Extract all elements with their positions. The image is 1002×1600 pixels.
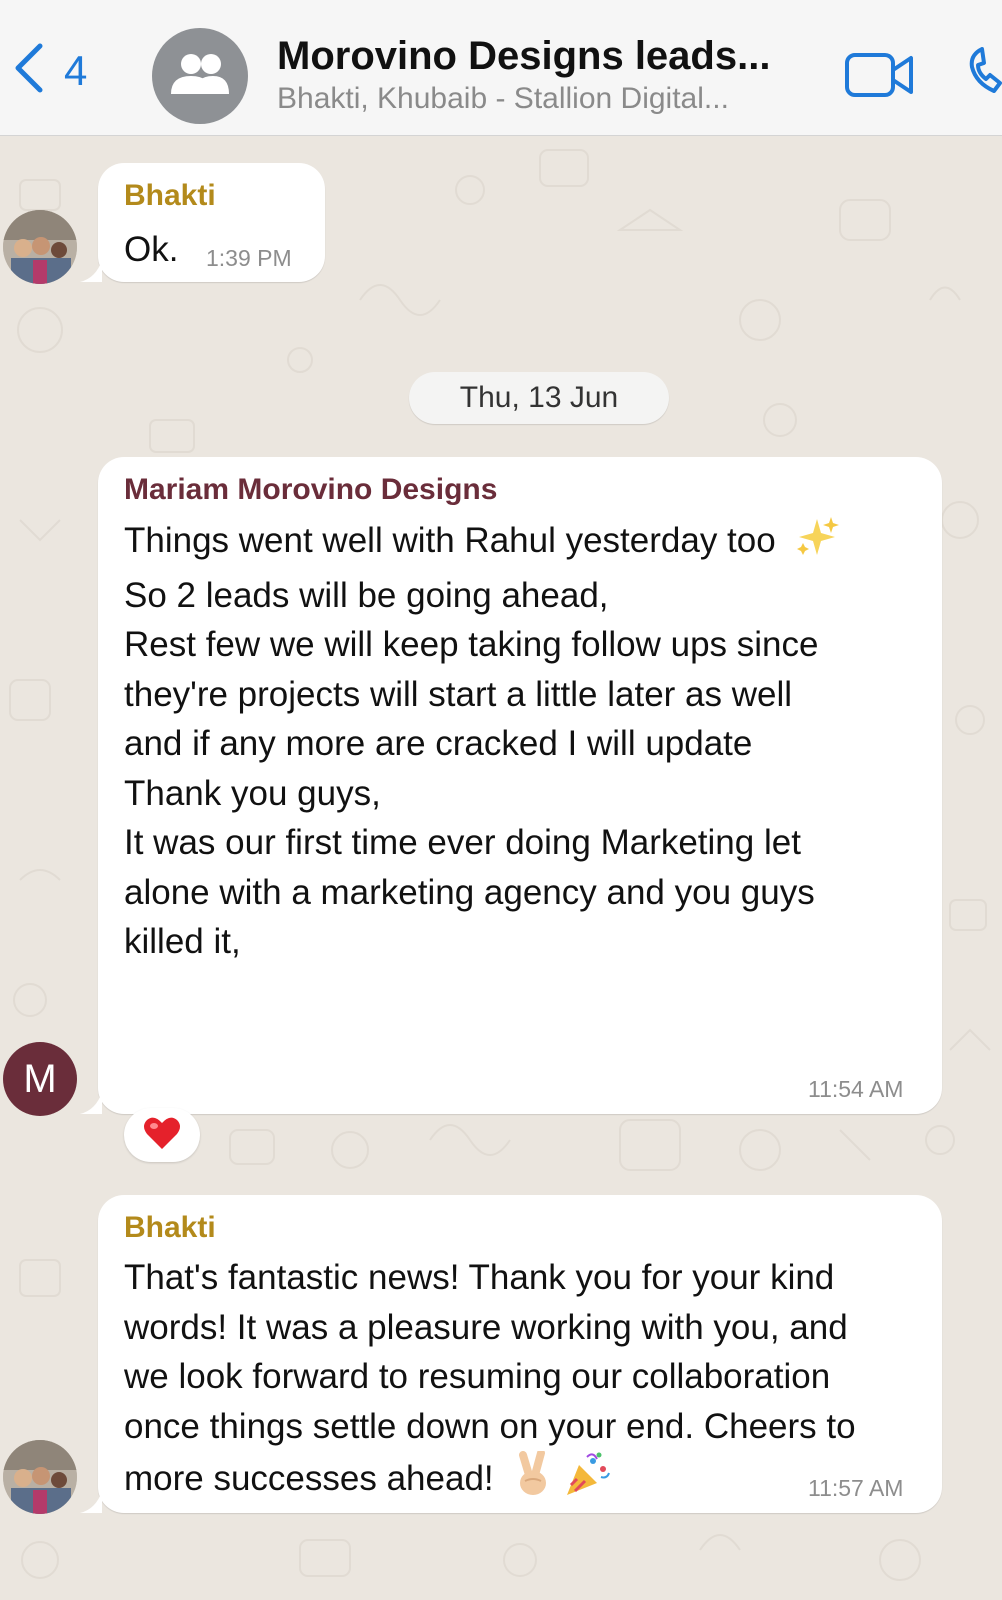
message-bubble[interactable]: Mariam Morovino Designs Things went well…	[80, 457, 942, 1114]
message-line: alone with a marketing agency and you gu…	[124, 872, 815, 912]
chevron-left-icon	[14, 42, 44, 99]
message-line: Thank you guys,	[124, 773, 381, 813]
message-text: Things went well with Rahul yesterday to…	[124, 515, 840, 967]
message-line: words! It was a pleasure working with yo…	[124, 1307, 848, 1347]
message-line: they're projects will start a little lat…	[124, 674, 793, 714]
message-time: 11:54 AM	[808, 1076, 904, 1102]
sender-name: Bhakti	[124, 1211, 216, 1244]
message-bubble[interactable]: Bhakti That's fantastic news! Thank you …	[80, 1195, 942, 1513]
message-line: It was our first time ever doing Marketi…	[124, 823, 801, 862]
message-line: So 2 leads will be going ahead,	[124, 575, 609, 615]
back-button[interactable]: 4	[14, 42, 87, 99]
chat-header: 4 Morovino Designs leads... Bhakti, Khub…	[0, 0, 1002, 136]
group-icon	[169, 52, 231, 101]
sparkles-icon	[795, 515, 840, 571]
message-line: once things settle down on your end. Che…	[124, 1406, 856, 1446]
sender-name: Mariam Morovino Designs	[124, 473, 498, 506]
group-photo-icon	[3, 210, 77, 284]
message-bubble[interactable]: Bhakti Ok. 1:39 PM	[80, 163, 325, 282]
group-avatar[interactable]	[152, 28, 248, 124]
message-line: killed it,	[124, 922, 241, 961]
message-line: and if any more are cracked I will updat…	[124, 724, 753, 763]
bhakti-avatar[interactable]	[3, 210, 77, 284]
video-camera-icon	[845, 53, 915, 102]
date-separator: Thu, 13 Jun	[409, 372, 669, 424]
message-line: we look forward to resuming our collabor…	[124, 1357, 831, 1396]
message-time: 11:57 AM	[808, 1475, 904, 1501]
phone-icon	[968, 47, 1002, 99]
message-time: 1:39 PM	[206, 245, 292, 271]
unread-count: 4	[64, 46, 88, 94]
message-text: That's fantastic news! Thank you for you…	[124, 1253, 856, 1511]
party-popper-icon	[563, 1451, 611, 1511]
message-line-text: more successes ahead!	[124, 1459, 494, 1498]
message-line-text: Things went well with Rahul yesterday to…	[124, 521, 776, 560]
bubble-tail	[80, 260, 102, 282]
message-line: Rest few we will keep taking follow ups …	[124, 625, 819, 664]
voice-call-button[interactable]	[968, 45, 1002, 100]
bubble-tail	[80, 1491, 102, 1513]
message-text: Ok.	[124, 225, 178, 275]
message-line: That's fantastic news! Thank you for you…	[124, 1258, 835, 1297]
heart-icon	[143, 1116, 181, 1155]
message-line: Things went well with Rahul yesterday to…	[124, 515, 840, 571]
sender-name: Bhakti	[124, 179, 216, 212]
chat-title[interactable]: Morovino Designs leads...	[277, 34, 770, 79]
video-call-button[interactable]	[845, 52, 915, 103]
message-line: Ok.	[124, 230, 179, 269]
bubble-tail	[80, 1092, 102, 1114]
group-photo-icon	[3, 1440, 77, 1514]
chat-participants[interactable]: Bhakti, Khubaib - Stallion Digital...	[277, 82, 729, 116]
mariam-avatar[interactable]: M	[3, 1042, 77, 1116]
message-line: more successes ahead!	[124, 1449, 856, 1511]
reaction-badge[interactable]	[124, 1108, 200, 1162]
bhakti-avatar[interactable]	[3, 1440, 77, 1514]
victory-hand-icon	[513, 1449, 553, 1511]
